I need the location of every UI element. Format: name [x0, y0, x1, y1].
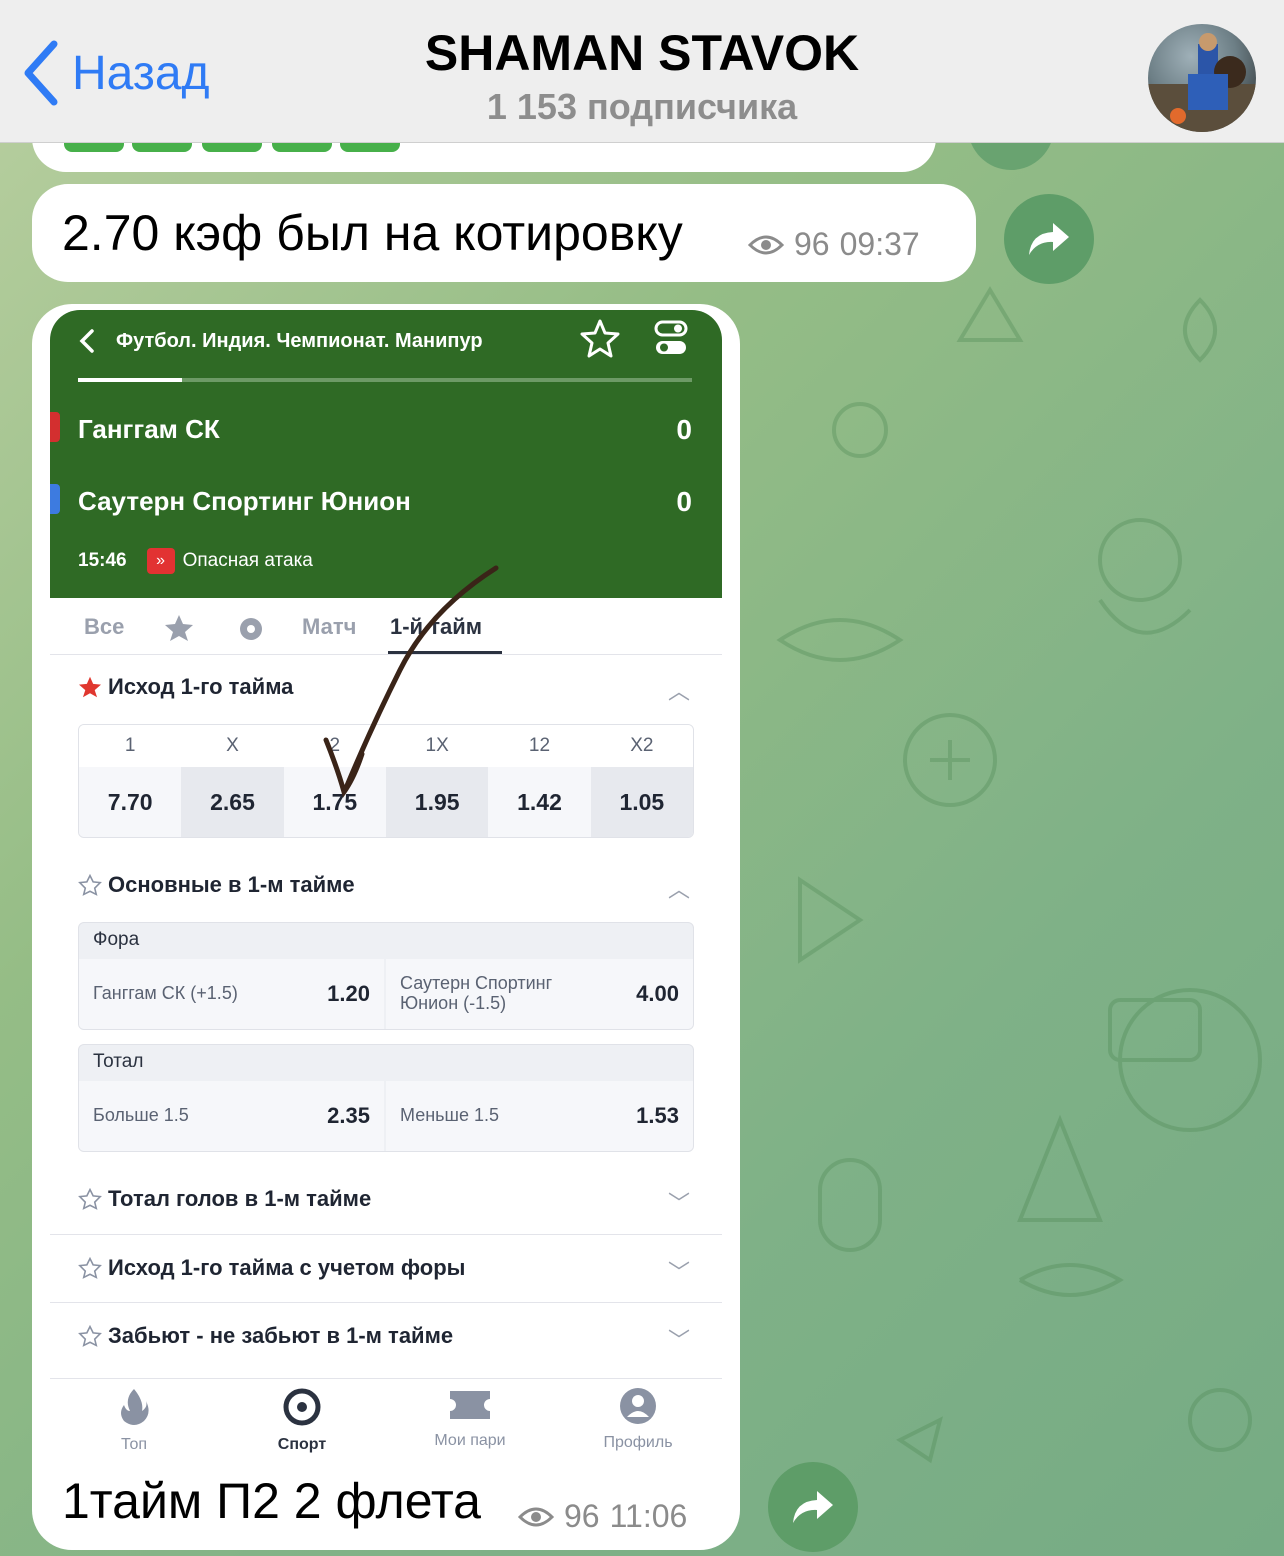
section-title[interactable]: Основные в 1-м тайме — [78, 872, 355, 898]
chevron-down-icon: ﹀ — [667, 1260, 690, 1285]
channel-title[interactable]: SHAMAN STAVOK — [0, 24, 1284, 82]
message-time: 11:06 — [609, 1498, 688, 1534]
message-meta: 96 11:06 — [518, 1498, 687, 1535]
share-button[interactable] — [768, 1462, 858, 1552]
market-title: Фора — [93, 929, 140, 950]
odds-button[interactable]: Ганггам СК (+1.5) 1.20 — [79, 959, 384, 1029]
star-outline-icon — [78, 1257, 102, 1279]
eye-icon — [518, 1507, 554, 1526]
eye-icon — [748, 235, 784, 254]
odds-button[interactable]: Меньше 1.5 1.53 — [386, 1081, 693, 1151]
message-meta: 96 09:37 — [748, 226, 920, 263]
nav-profile[interactable]: Профиль — [578, 1387, 698, 1452]
flame-icon — [121, 1389, 149, 1425]
chevron-down-icon: ﹀ — [667, 1191, 690, 1216]
collapsed-section[interactable]: Исход 1-го тайма с учетом форы ﹀ — [50, 1234, 722, 1303]
nav-my-bets[interactable]: Мои пари — [410, 1387, 530, 1450]
star-outline-icon — [78, 1188, 102, 1210]
view-count: 96 — [794, 226, 830, 262]
star-outline-icon — [78, 874, 102, 896]
channel-avatar[interactable] — [1148, 24, 1256, 132]
collapsed-section[interactable]: Тотал голов в 1-м тайме ﹀ — [50, 1166, 722, 1234]
odds-button[interactable]: Больше 1.5 2.35 — [79, 1081, 384, 1151]
photo-message-bubble: Футбол. Индия. Чемпионат. Манипур Гангга… — [32, 304, 740, 1550]
app-bottom-nav: Топ Спорт Мои пари Профиль — [50, 1378, 722, 1464]
chevron-up-icon[interactable]: ︿ — [668, 872, 690, 904]
ticket-icon — [450, 1391, 490, 1419]
total-market: Тотал Больше 1.5 2.35 Меньше 1.5 1.53 — [78, 1044, 694, 1152]
message-text: 2.70 кэф был на котировку — [62, 205, 683, 261]
star-outline-icon — [78, 1325, 102, 1347]
betting-app-screenshot[interactable]: Футбол. Индия. Чемпионат. Манипур Гангга… — [50, 310, 722, 1464]
view-count: 96 — [564, 1498, 600, 1534]
profile-icon — [620, 1388, 656, 1424]
odds-button[interactable]: Саутерн Спортинг Юнион (-1.5) 4.00 — [386, 959, 693, 1029]
chevron-down-icon: ﹀ — [667, 1328, 690, 1353]
avatar-image — [1148, 33, 1256, 132]
collapsed-section[interactable]: Забьют - не забьют в 1-м тайме ﹀ — [50, 1302, 722, 1371]
subscriber-count: 1 153 подписчика — [486, 86, 798, 127]
target-icon — [283, 1388, 321, 1426]
message-text: 1тайм П2 2 флета — [62, 1473, 481, 1529]
share-button[interactable] — [1004, 194, 1094, 284]
message-time: 09:37 — [839, 226, 920, 262]
chat-header: Назад SHAMAN STAVOK 1 153 подписчика — [0, 0, 1284, 143]
message-bubble: 2.70 кэф был на котировку 96 09:37 — [32, 184, 976, 282]
handdrawn-arrow-annotation — [323, 565, 499, 798]
handicap-market: Фора Ганггам СК (+1.5) 1.20 Саутерн Спор… — [78, 922, 694, 1030]
share-arrow-icon — [793, 1491, 833, 1523]
share-arrow-icon — [1029, 223, 1069, 255]
market-title: Тотал — [93, 1051, 144, 1072]
nav-top[interactable]: Топ — [74, 1387, 194, 1454]
nav-sport[interactable]: Спорт — [242, 1387, 362, 1454]
